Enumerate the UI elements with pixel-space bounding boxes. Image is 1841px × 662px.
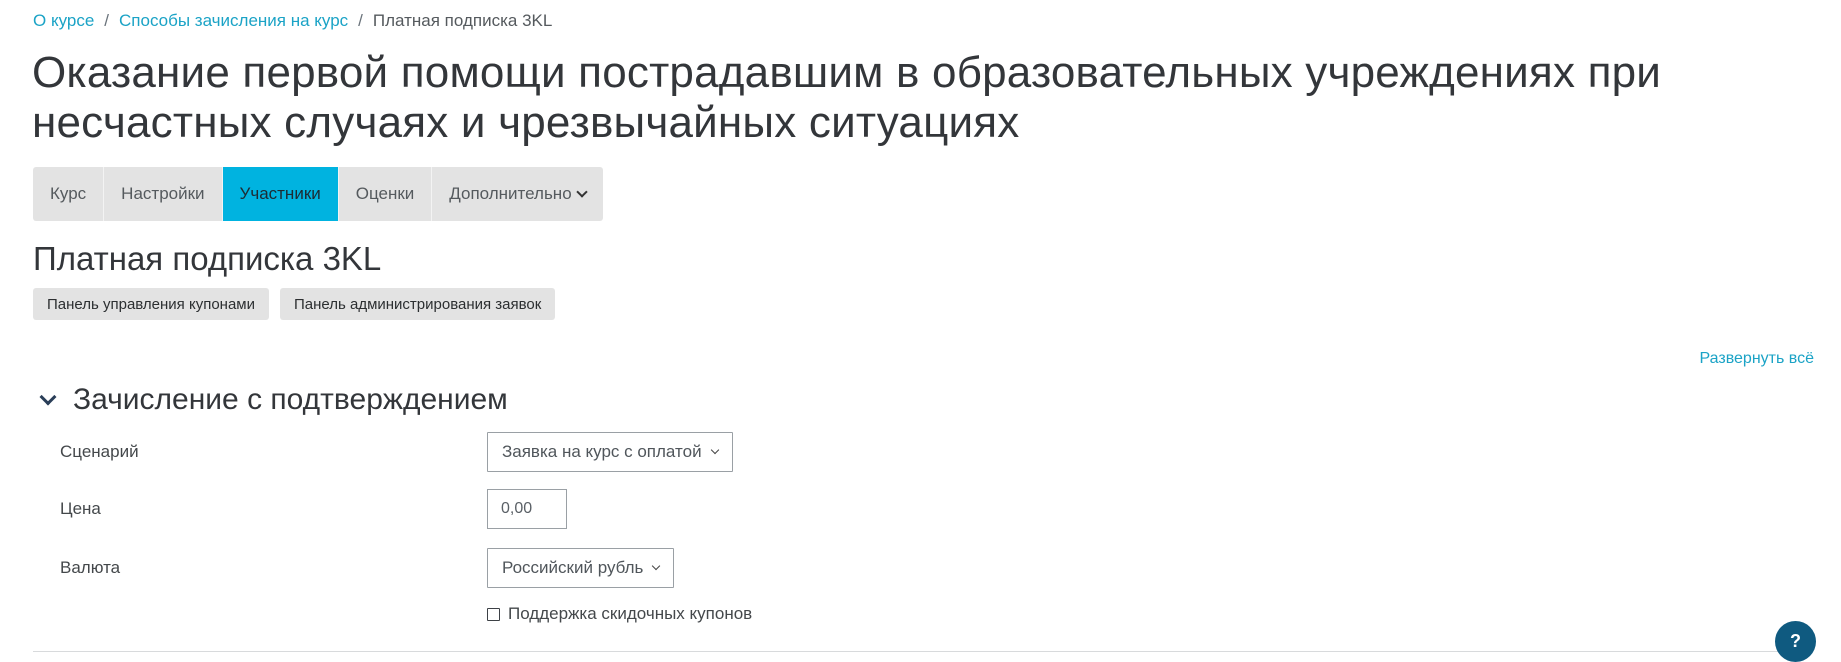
form-row-scenario: Сценарий Заявка на курс с оплатой xyxy=(60,432,733,472)
tab-label: Участники xyxy=(239,184,321,203)
price-label: Цена xyxy=(60,499,101,518)
tab-label: Оценки xyxy=(355,184,415,203)
breadcrumb-separator: / xyxy=(358,11,363,30)
chevron-down-icon[interactable] xyxy=(39,388,57,406)
chevron-down-icon xyxy=(652,561,661,571)
divider xyxy=(33,651,1813,652)
course-tabs: Курс Настройки Участники Оценки Дополнит… xyxy=(33,167,603,221)
breadcrumb-separator: / xyxy=(104,11,110,30)
page: О курсе / Способы зачисления на курс / П… xyxy=(0,0,1841,662)
section-toggle[interactable]: Зачисление с подтверждением xyxy=(39,380,508,420)
coupon-support-label: Поддержка скидочных купонов xyxy=(508,604,753,623)
breadcrumb-item-enrolment-methods[interactable]: Способы зачисления на курс xyxy=(119,11,348,31)
tab-label: Курс xyxy=(50,184,87,203)
action-buttons: Панель управления купонами Панель админи… xyxy=(33,288,556,320)
scenario-label: Сценарий xyxy=(60,442,139,461)
requests-panel-button[interactable]: Панель администрирования заявок xyxy=(279,288,556,320)
tab-label: Дополнительно xyxy=(449,184,572,203)
page-title: Оказание первой помощи пострадавшим в об… xyxy=(32,48,1662,147)
tab-more[interactable]: Дополнительно xyxy=(432,167,602,221)
breadcrumb: О курсе / Способы зачисления на курс / П… xyxy=(33,11,552,31)
form-row-price: Цена xyxy=(60,489,567,529)
breadcrumb-item-course[interactable]: О курсе xyxy=(33,11,94,31)
tab-settings[interactable]: Настройки xyxy=(104,167,223,221)
chevron-down-icon xyxy=(710,445,719,455)
tab-label: Настройки xyxy=(121,184,205,203)
form-row-currency: Валюта Российский рубль xyxy=(60,548,675,588)
coupon-support-option[interactable]: Поддержка скидочных купонов xyxy=(487,604,752,624)
tab-grades[interactable]: Оценки xyxy=(339,167,433,221)
currency-label: Валюта xyxy=(60,558,121,577)
section-title[interactable]: Зачисление с подтверждением xyxy=(73,380,508,420)
expand-all-link[interactable]: Развернуть всё xyxy=(1700,350,1814,368)
breadcrumb-current: Платная подписка 3KL xyxy=(372,11,553,30)
tab-course[interactable]: Курс xyxy=(33,167,105,221)
plugin-title: Платная подписка 3KL xyxy=(33,240,382,277)
scenario-select[interactable]: Заявка на курс с оплатой xyxy=(487,432,733,472)
coupon-support-checkbox[interactable] xyxy=(487,607,500,621)
currency-value: Российский рубль xyxy=(502,558,644,577)
scenario-value: Заявка на курс с оплатой xyxy=(502,442,702,461)
coupons-panel-button[interactable]: Панель управления купонами xyxy=(33,288,269,320)
tab-participants[interactable]: Участники xyxy=(222,167,339,221)
currency-select[interactable]: Российский рубль xyxy=(487,548,675,588)
price-input[interactable] xyxy=(487,489,567,529)
help-button[interactable]: ? xyxy=(1775,621,1816,662)
chevron-down-icon xyxy=(575,186,588,198)
